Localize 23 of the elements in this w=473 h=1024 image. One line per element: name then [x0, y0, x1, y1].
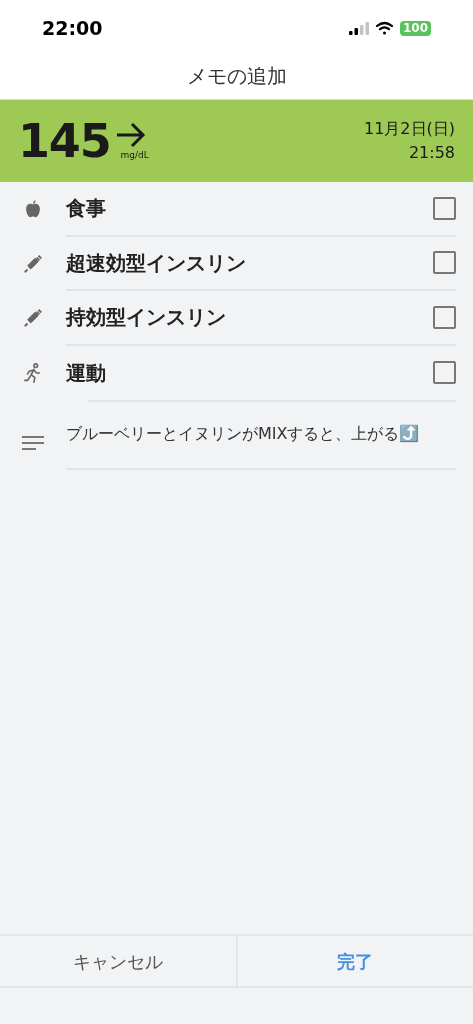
- syringe-icon: [22, 307, 44, 330]
- category-label: 持効型インスリン: [66, 304, 226, 332]
- battery-indicator: 100: [399, 20, 431, 36]
- unit-label: mg/dL: [120, 148, 149, 162]
- category-label: 運動: [66, 359, 106, 387]
- screen-title: メモの追加: [186, 62, 287, 90]
- memo-text[interactable]: ブルーベリーとイヌリンがMIXすると、上がる⤴: [66, 422, 456, 446]
- syringe-icon: [22, 252, 44, 275]
- notes-icon: [22, 436, 44, 450]
- reading-time: 21:58: [408, 142, 455, 164]
- arrow-right-icon: [114, 120, 147, 149]
- signal-icon: [348, 21, 369, 35]
- glucose-value: 145: [18, 118, 111, 164]
- status-time: 22:00: [42, 15, 103, 41]
- reading-date: 11月2日(日): [363, 118, 455, 140]
- cancel-button[interactable]: キャンセル: [0, 936, 238, 986]
- checkbox[interactable]: [433, 251, 456, 275]
- category-label: 食事: [66, 195, 106, 223]
- checkbox[interactable]: [433, 305, 456, 329]
- wifi-icon: [374, 21, 394, 35]
- checkbox[interactable]: [433, 196, 456, 220]
- category-label: 超速効型インスリン: [66, 249, 246, 277]
- checkbox[interactable]: [433, 361, 456, 385]
